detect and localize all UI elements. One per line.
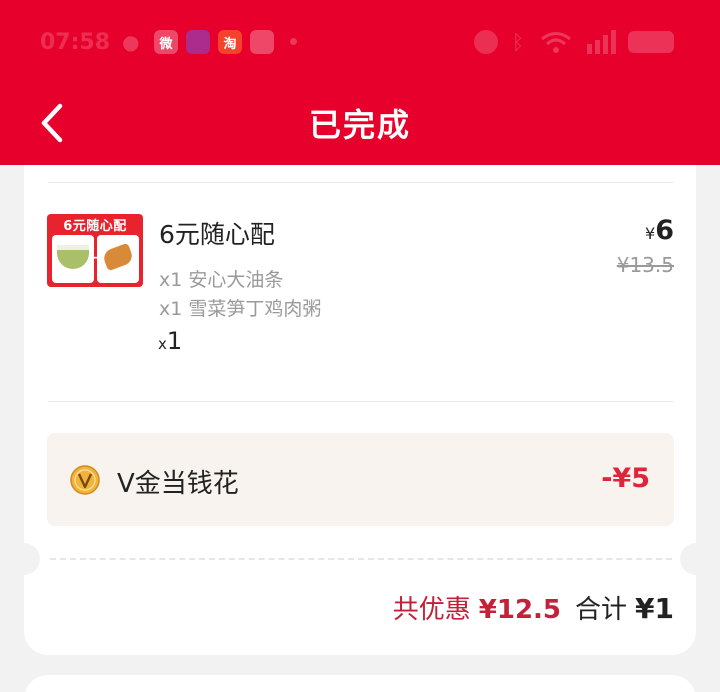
price-value: 6 (655, 215, 674, 246)
sub-item: x1 安心大油条 (159, 269, 284, 291)
coupon-row[interactable]: V金当钱花 -¥5 (47, 433, 674, 526)
price-currency: ¥ (645, 224, 656, 243)
page-title: 已完成 (308, 106, 411, 144)
bluetooth-icon: ᛒ (512, 30, 524, 54)
signal-icon (587, 30, 616, 54)
divider (48, 182, 674, 183)
original-price: ¥13.5 (616, 253, 674, 277)
v-gold-coin-icon (70, 465, 100, 495)
quantity-prefix: x (158, 335, 167, 353)
taobao-icon: 淘 (218, 30, 242, 54)
discount-value: ¥12.5 (478, 595, 562, 625)
dot-icon (290, 38, 297, 45)
battery-icon (628, 31, 674, 53)
weibo-icon: 微 (154, 30, 178, 54)
porridge-bowl-icon (52, 235, 94, 283)
quantity-value: 1 (166, 327, 183, 355)
total-value: ¥1 (635, 592, 674, 625)
app-icon (186, 30, 210, 54)
product-image[interactable]: 6元随心配 + (47, 214, 143, 287)
divider (48, 401, 674, 402)
ticket-notch (680, 543, 712, 575)
dashed-divider (50, 558, 672, 560)
wifi-icon (541, 32, 571, 53)
product-image-title: 6元随心配 (63, 219, 127, 234)
order-summary: 共优惠 ¥12.5 合计 ¥1 (393, 589, 674, 626)
sub-item: x1 雪菜笋丁鸡肉粥 (159, 298, 322, 320)
status-bar: 07:58 ● 微 淘 ᛒ (0, 22, 720, 62)
wechat-icon: ● (122, 30, 140, 54)
order-card: 6元随心配 + 6元随心配 x1 安心大油条 x1 雪菜笋丁鸡肉粥 x1 ¥6 … (8, 165, 712, 655)
app-icon (250, 30, 274, 54)
alarm-icon (474, 30, 498, 54)
product-name[interactable]: 6元随心配 (159, 215, 275, 251)
product-price: ¥6 (645, 215, 674, 246)
product-quantity: x1 (158, 327, 182, 355)
header-bar: 07:58 ● 微 淘 ᛒ 已完成 (0, 0, 720, 165)
plus-icon: + (92, 250, 104, 266)
discount-label: 共优惠 (392, 595, 471, 625)
next-card (24, 675, 696, 692)
ticket-notch (8, 543, 40, 575)
total-label: 合计 (575, 595, 628, 625)
coupon-label: V金当钱花 (117, 469, 239, 499)
coupon-amount: -¥5 (601, 463, 650, 494)
status-time: 07:58 (40, 30, 111, 55)
